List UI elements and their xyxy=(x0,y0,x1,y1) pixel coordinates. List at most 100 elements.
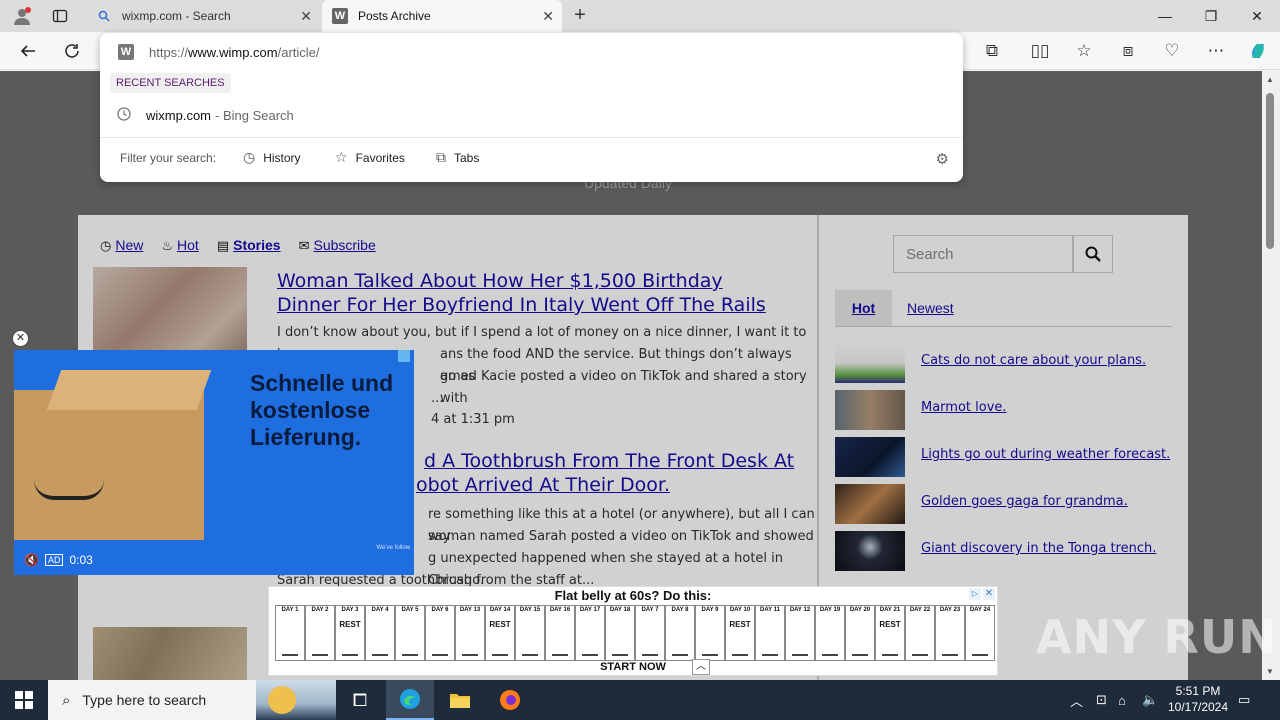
scrollbar-thumb[interactable] xyxy=(1266,93,1274,249)
more-menu-icon[interactable]: ⋯ xyxy=(1202,38,1230,64)
address-bar-input[interactable]: W https://www.wimp.com/article/ xyxy=(118,42,320,62)
tab-search[interactable]: wixmp.com - Search ✕ xyxy=(86,0,320,32)
gear-icon[interactable]: ⚙ xyxy=(936,150,949,168)
sidebar-thumbnail[interactable] xyxy=(835,531,905,571)
sidebar-search-input[interactable]: Search xyxy=(893,235,1073,273)
collapse-banner-button[interactable]: ︿ xyxy=(692,659,710,675)
wimp-favicon-icon: W xyxy=(332,8,348,24)
article-thumbnail[interactable] xyxy=(93,627,247,680)
minimize-button[interactable]: — xyxy=(1142,0,1188,32)
tab-posts-archive[interactable]: W Posts Archive ✕ xyxy=(322,0,562,32)
wifi-icon[interactable]: ⌂ xyxy=(1118,680,1126,720)
taskbar-search-box[interactable]: ⌕ Type here to search xyxy=(48,680,336,720)
close-banner-ad-button[interactable]: ✕ xyxy=(983,588,995,600)
ad-fine-print: We’ve follow xyxy=(376,545,410,551)
star-icon: ☆ xyxy=(335,149,348,165)
day-label: DAY 18 xyxy=(609,607,631,613)
workout-day-cell: DAY 4 xyxy=(365,605,395,661)
article-title-link[interactable]: d A Toothbrush From The Front Desk At xyxy=(424,449,824,473)
copilot-icon[interactable] xyxy=(1244,38,1272,64)
nav-stories-link[interactable]: Stories xyxy=(233,237,280,253)
dropdown-divider xyxy=(100,137,963,138)
start-now-button[interactable]: START NOW xyxy=(269,661,997,673)
close-video-ad-button[interactable]: ✕ xyxy=(13,331,28,346)
exercise-figure-icon xyxy=(732,640,748,656)
search-button[interactable] xyxy=(1073,235,1113,273)
restore-button[interactable]: ❐ xyxy=(1188,0,1234,32)
article-title-link[interactable]: obot Arrived At Their Door. xyxy=(416,473,816,497)
sidebar-tab-hot-label[interactable]: Hot xyxy=(852,300,875,316)
nav-hot-link[interactable]: Hot xyxy=(177,237,199,253)
adchoices-icon[interactable]: ▷ xyxy=(969,588,981,600)
network-icon[interactable]: ⊡ xyxy=(1096,680,1107,720)
start-button[interactable] xyxy=(0,680,48,720)
recent-search-suggestion[interactable]: wixmp.com - Bing Search xyxy=(116,105,294,125)
firefox-icon[interactable] xyxy=(486,680,534,720)
sidebar-tab-newest[interactable]: Newest xyxy=(907,290,954,326)
workout-day-cell: DAY 13 xyxy=(455,605,485,661)
browser-essentials-icon[interactable]: ♡ xyxy=(1158,38,1186,64)
article-title-link[interactable]: Woman Talked About How Her $1,500 Birthd… xyxy=(277,269,787,317)
sidebar-list-item[interactable]: Lights go out during weather forecast. xyxy=(835,437,1172,477)
scroll-up-arrow-icon[interactable]: ▲ xyxy=(1266,75,1274,84)
banner-ad[interactable]: Flat belly at 60s? Do this: ▷ ✕ DAY 1 DAY… xyxy=(268,586,998,676)
sidebar-item-link[interactable]: Golden goes gaga for grandma. xyxy=(921,494,1128,509)
sidebar-thumbnail[interactable] xyxy=(835,437,905,477)
back-button[interactable] xyxy=(14,38,42,64)
workout-day-cell: DAY 10 REST xyxy=(725,605,755,661)
mute-icon[interactable]: 🔇 xyxy=(24,553,39,567)
sidebar-tab-hot[interactable]: Hot xyxy=(835,290,892,326)
show-hidden-icons-icon[interactable]: ︿ xyxy=(1070,680,1083,720)
favorites-icon[interactable]: ☆ xyxy=(1070,38,1098,64)
close-window-button[interactable]: ✕ xyxy=(1234,0,1280,32)
video-ad[interactable]: Schnelle und kostenlose Lieferung. We’ve… xyxy=(14,350,414,575)
filter-favorites-label: Favorites xyxy=(355,150,405,165)
nav-new-link[interactable]: New xyxy=(115,237,143,253)
day-label: DAY 5 xyxy=(401,607,419,613)
sidebar-list-item[interactable]: Cats do not care about your plans. xyxy=(835,343,1172,383)
exercise-figure-icon xyxy=(612,640,628,656)
close-tab-icon[interactable]: ✕ xyxy=(542,8,554,25)
day-label: DAY 11 xyxy=(759,607,781,613)
profile-icon[interactable] xyxy=(10,5,34,27)
sidebar-item-link[interactable]: Marmot love. xyxy=(921,400,1007,415)
sidebar-list-item[interactable]: Golden goes gaga for grandma. xyxy=(835,484,1172,524)
article-excerpt-line: woman named Sarah posted a video on TikT… xyxy=(428,529,814,544)
sidebar-thumbnail[interactable] xyxy=(835,343,905,383)
task-view-icon[interactable]: ⧠ xyxy=(336,680,384,720)
system-clock[interactable]: 5:51 PM 10/17/2024 xyxy=(1162,683,1234,715)
banner-title: Flat belly at 60s? Do this: xyxy=(554,588,712,603)
new-tab-button[interactable]: + xyxy=(568,4,592,28)
filter-favorites-button[interactable]: ☆ Favorites xyxy=(335,149,405,166)
filter-history-button[interactable]: ◷ History xyxy=(243,149,301,166)
sidebar-item-link[interactable]: Lights go out during weather forecast. xyxy=(921,447,1170,462)
day-label: DAY 12 xyxy=(789,607,811,613)
file-explorer-icon[interactable] xyxy=(436,680,484,720)
sidebar-item-link[interactable]: Giant discovery in the Tonga trench. xyxy=(921,541,1156,556)
sidebar-thumbnail[interactable] xyxy=(835,390,905,430)
volume-icon[interactable]: 🔈 xyxy=(1142,680,1158,720)
extensions-icon[interactable]: ⧉ xyxy=(978,38,1006,64)
scroll-down-arrow-icon[interactable]: ▼ xyxy=(1266,667,1274,676)
sidebar-thumbnail[interactable] xyxy=(835,484,905,524)
collections-icon[interactable]: ⧈ xyxy=(1114,38,1142,64)
sidebar-item-link[interactable]: Cats do not care about your plans. xyxy=(921,353,1146,368)
close-tab-icon[interactable]: ✕ xyxy=(300,8,312,25)
nav-subscribe-link[interactable]: Subscribe xyxy=(313,237,375,253)
tab-title: wixmp.com - Search xyxy=(122,9,231,23)
notifications-icon[interactable]: ▭ xyxy=(1238,680,1250,720)
adchoices-icon[interactable] xyxy=(398,350,410,362)
page-scrollbar[interactable]: ▲ ▼ xyxy=(1262,71,1280,680)
edge-taskbar-icon[interactable] xyxy=(386,680,434,720)
filter-tabs-button[interactable]: ⧉ Tabs xyxy=(436,149,479,166)
workout-day-cell: DAY 1 xyxy=(275,605,305,661)
taskbar-search-placeholder: Type here to search xyxy=(82,692,207,708)
split-screen-icon[interactable]: ▯▯ xyxy=(1026,38,1054,64)
workout-day-cell: DAY 16 xyxy=(545,605,575,661)
sidebar-list-item[interactable]: Marmot love. xyxy=(835,390,1172,430)
tab-actions-icon[interactable] xyxy=(48,5,72,27)
sidebar-tab-newest-label[interactable]: Newest xyxy=(907,300,954,316)
exercise-figure-icon xyxy=(972,640,988,656)
sidebar-list-item[interactable]: Giant discovery in the Tonga trench. xyxy=(835,531,1172,571)
refresh-button[interactable] xyxy=(58,38,86,64)
